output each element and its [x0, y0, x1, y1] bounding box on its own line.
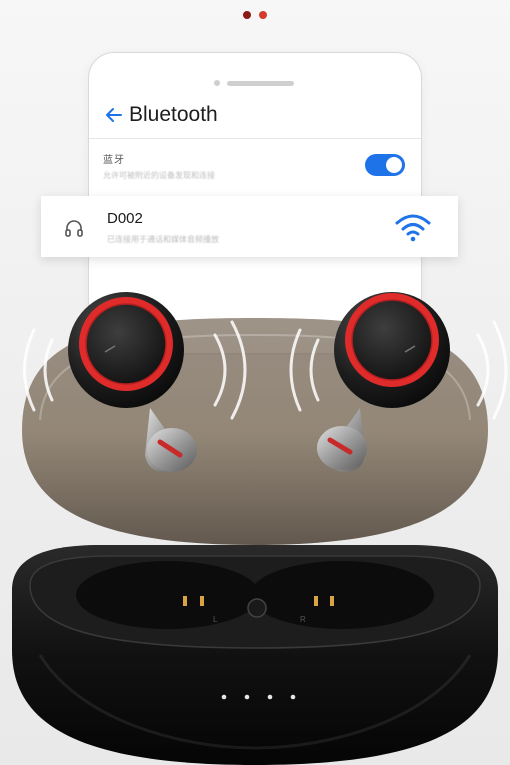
slot-label-left: L [213, 615, 218, 624]
earbuds-product-illustration: L R [12, 292, 508, 765]
right-charging-well [250, 561, 434, 629]
slot-label-right: R [300, 615, 306, 624]
case-button [247, 598, 267, 618]
left-charging-well [76, 561, 260, 629]
